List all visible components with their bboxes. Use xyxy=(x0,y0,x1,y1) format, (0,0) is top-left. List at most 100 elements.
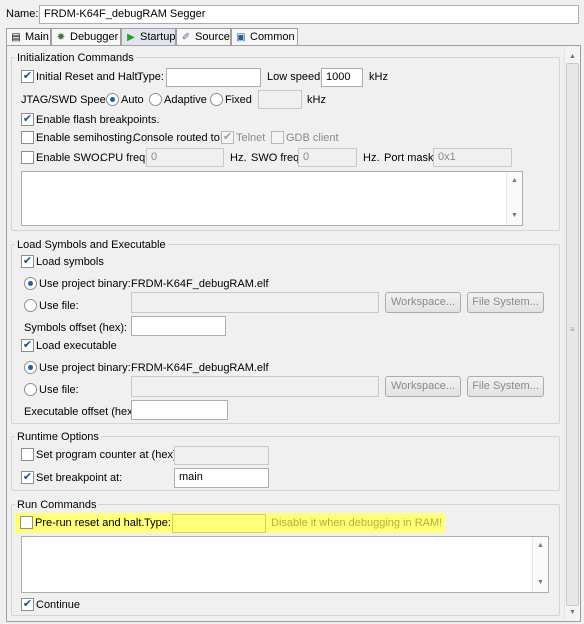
name-input[interactable]: FRDM-K64F_debugRAM Segger xyxy=(39,5,579,24)
initial-reset-label: Initial Reset and Halt. xyxy=(36,71,141,83)
tab-startup[interactable]: ▶ Startup xyxy=(121,28,176,46)
exec-project-binary-radio[interactable] xyxy=(24,361,37,374)
low-speed-unit: kHz xyxy=(369,71,388,83)
semihosting-checkbox[interactable] xyxy=(21,131,34,144)
set-breakpoint-input[interactable]: main xyxy=(174,468,269,488)
swo-checkbox[interactable] xyxy=(21,151,34,164)
exec-workspace-button[interactable]: Workspace... xyxy=(385,376,461,397)
speed-adaptive-label: Adaptive xyxy=(164,94,207,106)
symbols-offset-input[interactable] xyxy=(131,316,226,336)
cpu-freq-unit: Hz. xyxy=(230,152,247,164)
prerun-hint: Disable it when debugging in RAM! xyxy=(271,517,443,529)
panel-scrollbar[interactable]: ▲ ≡ ▼ xyxy=(564,47,580,620)
exec-use-file-label: Use file: xyxy=(39,384,79,396)
exec-offset-label: Executable offset (hex): xyxy=(24,406,140,418)
run-textarea-down-icon[interactable]: ▼ xyxy=(537,579,544,587)
prerun-reset-checkbox[interactable] xyxy=(20,516,33,529)
initial-reset-checkbox[interactable]: ✔ xyxy=(21,70,34,83)
exec-offset-input[interactable] xyxy=(131,400,228,420)
scroll-down-icon[interactable]: ▼ xyxy=(569,609,576,616)
speed-adaptive-radio[interactable] xyxy=(149,93,162,106)
port-mask-input[interactable]: 0x1 xyxy=(433,148,512,167)
main-tab-icon: ▤ xyxy=(11,32,21,43)
tab-common[interactable]: ▣ Common xyxy=(231,28,298,46)
set-pc-label: Set program counter at (hex): xyxy=(36,449,180,461)
telnet-checkbox[interactable]: ✔ xyxy=(221,131,234,144)
exec-binary-name: FRDM-K64F_debugRAM.elf xyxy=(131,362,269,374)
prerun-type-input[interactable] xyxy=(172,514,266,533)
set-pc-checkbox[interactable] xyxy=(21,448,34,461)
cpu-freq-input[interactable]: 0 xyxy=(146,148,224,167)
prerun-type-label: Type: xyxy=(144,517,171,529)
symbols-workspace-button[interactable]: Workspace... xyxy=(385,292,461,313)
semihosting-label: Enable semihosting. xyxy=(36,132,136,144)
exec-filesystem-button[interactable]: File System... xyxy=(467,376,544,397)
symbols-filesystem-button[interactable]: File System... xyxy=(467,292,544,313)
tab-startup-label: Startup xyxy=(140,31,176,43)
low-speed-input[interactable]: 1000 xyxy=(321,68,363,87)
scroll-up-icon[interactable]: ▲ xyxy=(569,53,576,60)
fixed-speed-unit: kHz xyxy=(307,94,326,106)
common-tab-icon: ▣ xyxy=(236,32,246,43)
set-pc-input[interactable] xyxy=(174,446,269,465)
type-label: Type: xyxy=(137,71,164,83)
swo-label: Enable SWO. xyxy=(36,152,103,164)
speed-auto-radio[interactable] xyxy=(106,93,119,106)
run-textarea-scrollbar[interactable]: ▲ ▼ xyxy=(532,537,548,592)
symbols-use-file-radio[interactable] xyxy=(24,299,37,312)
exec-project-binary-label: Use project binary: xyxy=(39,362,131,374)
load-group-title: Load Symbols and Executable xyxy=(15,238,168,252)
swo-freq-unit: Hz. xyxy=(363,152,380,164)
flash-breakpoints-checkbox[interactable]: ✔ xyxy=(21,113,34,126)
load-executable-checkbox[interactable]: ✔ xyxy=(21,339,34,352)
init-commands-textarea[interactable]: ▲ ▼ xyxy=(21,171,523,226)
exec-file-input[interactable] xyxy=(131,376,379,397)
init-textarea-scrollbar[interactable]: ▲ ▼ xyxy=(506,172,522,225)
flash-breakpoints-label: Enable flash breakpoints. xyxy=(36,114,160,126)
continue-checkbox[interactable]: ✔ xyxy=(21,598,34,611)
tab-source-label: Source xyxy=(195,31,230,43)
reset-type-input[interactable] xyxy=(166,68,261,87)
cpu-freq-label: CPU freq: xyxy=(100,152,149,164)
symbols-file-input[interactable] xyxy=(131,292,379,313)
speed-auto-label: Auto xyxy=(121,94,144,106)
port-mask-label: Port mask: xyxy=(384,152,437,164)
speed-fixed-label: Fixed xyxy=(225,94,252,106)
textarea-up-icon[interactable]: ▲ xyxy=(511,177,518,185)
startup-tab-icon: ▶ xyxy=(127,32,135,43)
tab-source[interactable]: ✐ Source xyxy=(176,28,231,46)
low-speed-label: Low speed: xyxy=(267,71,324,83)
run-textarea-up-icon[interactable]: ▲ xyxy=(537,542,544,550)
tab-common-label: Common xyxy=(250,31,295,43)
load-symbols-checkbox[interactable]: ✔ xyxy=(21,255,34,268)
init-group-title: Initialization Commands xyxy=(15,51,136,65)
exec-use-file-radio[interactable] xyxy=(24,383,37,396)
symbols-use-file-label: Use file: xyxy=(39,300,79,312)
runtime-group-title: Runtime Options xyxy=(15,430,101,444)
set-breakpoint-checkbox[interactable]: ✔ xyxy=(21,471,34,484)
prerun-reset-label: Pre-run reset and halt. xyxy=(35,517,145,529)
load-executable-label: Load executable xyxy=(36,340,117,352)
tab-debugger[interactable]: ✸ Debugger xyxy=(51,28,121,46)
continue-label: Continue xyxy=(36,599,81,611)
symbols-offset-label: Symbols offset (hex): xyxy=(24,322,128,334)
textarea-down-icon[interactable]: ▼ xyxy=(511,212,518,220)
symbols-project-binary-label: Use project binary: xyxy=(39,278,131,290)
speed-fixed-radio[interactable] xyxy=(210,93,223,106)
tab-main[interactable]: ▤ Main xyxy=(6,28,51,46)
swo-freq-input[interactable]: 0 xyxy=(298,148,357,167)
console-routed-label: Console routed to: xyxy=(133,132,223,144)
symbols-binary-name: FRDM-K64F_debugRAM.elf xyxy=(131,278,269,290)
gdb-client-checkbox[interactable] xyxy=(271,131,284,144)
fixed-speed-input[interactable] xyxy=(258,90,302,109)
debugger-tab-icon: ✸ xyxy=(56,32,66,43)
swo-freq-label: SWO freq: xyxy=(251,152,303,164)
tab-main-label: Main xyxy=(25,31,49,43)
source-tab-icon: ✐ xyxy=(181,32,191,43)
run-group-title: Run Commands xyxy=(15,498,99,512)
gdb-client-label: GDB client xyxy=(286,132,339,144)
tab-debugger-label: Debugger xyxy=(70,31,119,43)
run-commands-textarea[interactable]: ▲ ▼ xyxy=(21,536,549,593)
scrollbar-thumb[interactable]: ≡ xyxy=(566,63,579,606)
symbols-project-binary-radio[interactable] xyxy=(24,277,37,290)
